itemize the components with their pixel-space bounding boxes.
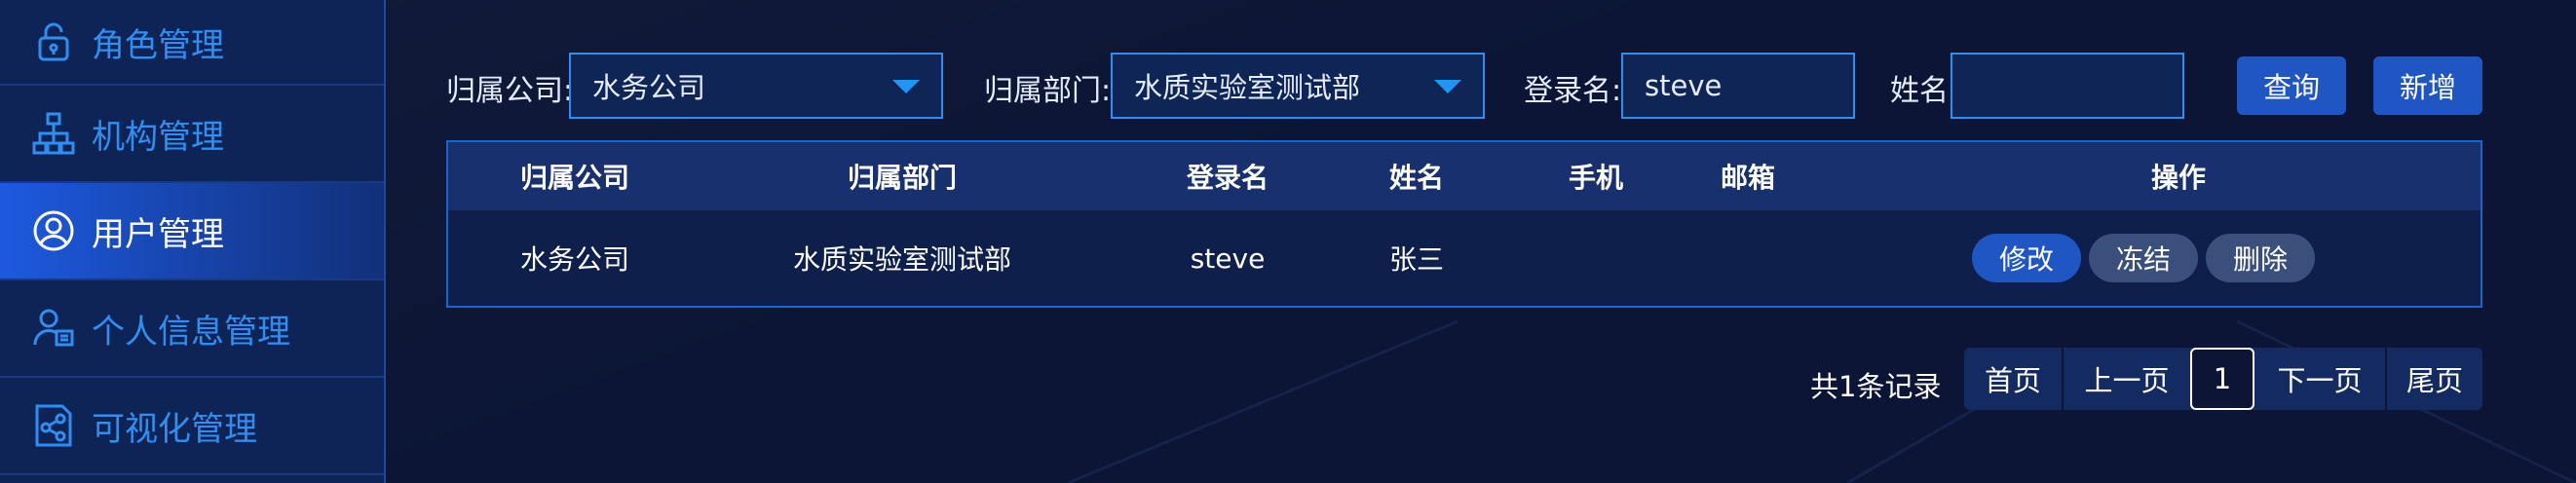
header-name: 姓名: [1388, 162, 1444, 194]
sidebar-item-label: 用户管理: [92, 214, 224, 254]
user-card-icon: [29, 304, 78, 353]
dept-select[interactable]: 水质实验室测试部: [1111, 53, 1485, 119]
app-root: 角色管理 机构管理 用户管理 个人信息管理 可视化管理 归属公司: 水务公司 归…: [0, 0, 2576, 483]
sidebar-item-org[interactable]: 机构管理: [0, 86, 384, 183]
main-content: 归属公司: 水务公司 归属部门: 水质实验室测试部 登录名: steve 姓名:…: [386, 0, 2576, 483]
last-page-button[interactable]: 尾页: [2387, 348, 2482, 410]
header-company: 归属公司: [519, 162, 629, 194]
chevron-down-icon: [1434, 80, 1461, 93]
prev-page-button[interactable]: 上一页: [2064, 348, 2190, 410]
company-select[interactable]: 水务公司: [569, 53, 943, 119]
page-1-button[interactable]: 1: [2190, 348, 2254, 410]
dept-select-value: 水质实验室测试部: [1134, 71, 1361, 104]
freeze-button[interactable]: 冻结: [2089, 234, 2198, 282]
sidebar-item-label: 可视化管理: [92, 409, 257, 449]
sidebar-item-label: 个人信息管理: [92, 312, 290, 352]
sidebar: 角色管理 机构管理 用户管理 个人信息管理 可视化管理: [0, 0, 386, 483]
share-icon: [29, 401, 78, 450]
user-circle-icon: [29, 206, 78, 255]
company-select-value: 水务公司: [592, 71, 706, 104]
cell-company: 水务公司: [519, 243, 629, 276]
sidebar-item-users[interactable]: 用户管理: [0, 183, 384, 280]
table-header: 归属公司 归属部门 登录名 姓名 手机 邮箱 操作: [448, 142, 2481, 210]
query-button[interactable]: 查询: [2237, 56, 2346, 115]
filter-bar: 归属公司: 水务公司 归属部门: 水质实验室测试部 登录名: steve 姓名:…: [446, 53, 2576, 121]
header-actions: 操作: [2150, 162, 2206, 194]
edit-button[interactable]: 修改: [1972, 234, 2081, 282]
sidebar-item-visual[interactable]: 可视化管理: [0, 378, 384, 475]
add-button[interactable]: 新增: [2373, 56, 2482, 115]
next-page-button[interactable]: 下一页: [2254, 348, 2387, 410]
cell-login: steve: [1190, 242, 1266, 275]
cell-phone: [1537, 210, 1654, 306]
header-login: 登录名: [1186, 162, 1269, 194]
sidebar-item-label: 角色管理: [92, 25, 224, 65]
login-label: 登录名:: [1524, 74, 1622, 108]
name-input[interactable]: [1951, 53, 2184, 119]
header-phone: 手机: [1568, 162, 1623, 194]
login-input[interactable]: steve: [1621, 53, 1855, 119]
company-label: 归属公司:: [446, 74, 574, 108]
pagination-total: 共1条记录: [1810, 370, 1942, 403]
header-dept: 归属部门: [847, 162, 957, 194]
login-input-value: steve: [1645, 69, 1723, 102]
first-page-button[interactable]: 首页: [1964, 348, 2064, 410]
chevron-down-icon: [892, 80, 920, 93]
dept-label: 归属部门:: [984, 74, 1112, 108]
name-label: 姓名:: [1890, 74, 1959, 108]
cell-email: [1689, 210, 1806, 306]
lock-icon: [29, 18, 78, 66]
cell-name: 张三: [1388, 243, 1444, 276]
delete-button[interactable]: 删除: [2206, 234, 2315, 282]
cell-dept: 水质实验室测试部: [792, 243, 1011, 276]
org-tree-icon: [29, 109, 78, 158]
pagination: 首页 上一页 1 下一页 尾页: [1964, 348, 2482, 410]
user-table: 归属公司 归属部门 登录名 姓名 手机 邮箱 操作 水务公司 水质实验室测试部 …: [446, 140, 2482, 308]
table-row: 水务公司 水质实验室测试部 steve 张三 修改 冻结 删除: [448, 210, 2481, 306]
sidebar-item-label: 机构管理: [92, 117, 224, 157]
sidebar-item-roles[interactable]: 角色管理: [0, 0, 384, 86]
header-email: 邮箱: [1720, 162, 1775, 194]
sidebar-item-profile[interactable]: 个人信息管理: [0, 280, 384, 378]
